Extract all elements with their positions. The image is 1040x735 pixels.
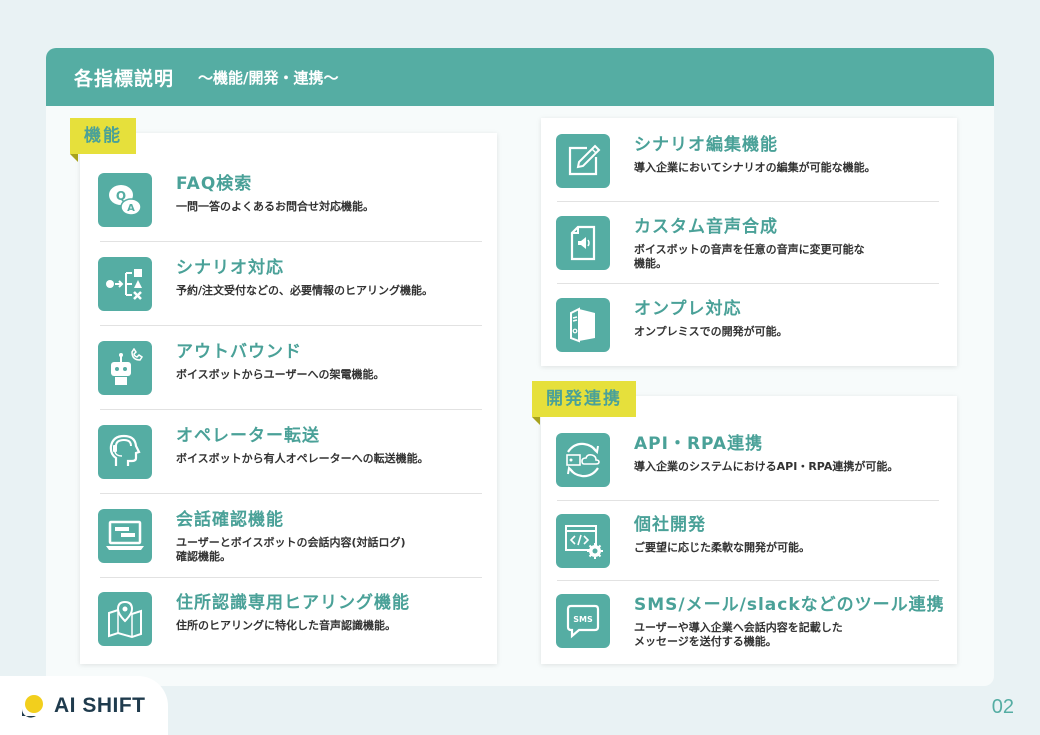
feature-desc: 住所のヒアリングに特化した音声認識機能。 <box>176 619 396 632</box>
feature-item-scenario: シナリオ対応 予約/注文受付などの、必要情報のヒアリング機能。 <box>98 257 433 311</box>
svg-text:SMS: SMS <box>573 615 593 624</box>
integration-title: API・RPA連携 <box>634 434 764 454</box>
feature-title: 会話確認機能 <box>176 510 284 530</box>
page-subtitle: 〜機能/開発・連携〜 <box>198 68 339 87</box>
feature-item-onprem: オンプレ対応 オンプレミスでの開発が可能。 <box>556 298 788 352</box>
operator-headset-icon <box>98 425 152 479</box>
edit-pen-icon <box>556 134 610 188</box>
feature-item-log: 会話確認機能 ユーザーとボイスボットの会話内容(対話ログ) 確認機能。 <box>98 509 406 564</box>
feature-desc: ボイスボットからユーザーへの架電機能。 <box>176 368 385 381</box>
feature-title: アウトバウンド <box>176 342 302 362</box>
flow-branch-icon <box>98 257 152 311</box>
feature-item-faq: QA FAQ検索 一問一答のよくあるお問合せ対応機能。 <box>98 173 374 227</box>
integration-desc: ご要望に応じた柔軟な開発が可能。 <box>634 541 810 554</box>
divider <box>557 283 939 284</box>
features-tag: 機能 <box>70 118 136 162</box>
footer-logo: AI SHIFT <box>0 676 168 735</box>
feature-item-outbound: アウトバウンド ボイスボットからユーザーへの架電機能。 <box>98 341 384 395</box>
feature-desc: ボイスボットの音声を任意の音声に変更可能な 機能。 <box>634 243 865 270</box>
divider <box>557 201 939 202</box>
integration-item-tools: SMS SMS/メール/slackなどのツール連携 ユーザーや導入企業へ会話内容… <box>556 594 945 649</box>
integration-title: SMS/メール/slackなどのツール連携 <box>634 595 945 615</box>
divider <box>100 241 482 242</box>
svg-text:A: A <box>127 203 135 214</box>
feature-desc: 導入企業においてシナリオの編集が可能な機能。 <box>634 161 876 174</box>
integration-tag: 開発連携 <box>532 381 636 425</box>
feature-title: シナリオ対応 <box>176 258 284 278</box>
logo-wordmark: AI SHIFT <box>54 693 146 717</box>
feature-desc: 一問一答のよくあるお問合せ対応機能。 <box>176 200 374 213</box>
cloud-sync-icon <box>556 433 610 487</box>
sms-bubble-icon: SMS <box>556 594 610 648</box>
feature-title: 住所認識専用ヒアリング機能 <box>176 593 410 613</box>
page-title: 各指標説明 <box>74 67 175 90</box>
feature-title: オペレーター転送 <box>176 426 320 446</box>
ai-shift-logo-icon <box>21 694 43 718</box>
feature-desc: ユーザーとボイスボットの会話内容(対話ログ) 確認機能。 <box>176 536 406 563</box>
integration-title: 個社開発 <box>634 515 706 535</box>
laptop-chat-icon <box>98 509 152 563</box>
integration-desc: ユーザーや導入企業へ会話内容を記載した メッセージを送付する機能。 <box>634 621 843 648</box>
divider <box>100 577 482 578</box>
divider <box>100 409 482 410</box>
feature-title: シナリオ編集機能 <box>634 135 778 155</box>
integration-item-custom-dev: 個社開発 ご要望に応じた柔軟な開発が可能。 <box>556 514 810 568</box>
divider <box>557 500 939 501</box>
map-pin-icon <box>98 592 152 646</box>
feature-item-operator: オペレーター転送 ボイスボットから有人オペレーターへの転送機能。 <box>98 425 429 479</box>
divider <box>100 493 482 494</box>
robot-phone-icon <box>98 341 152 395</box>
divider <box>557 580 939 581</box>
page-number: 02 <box>991 696 1014 718</box>
integration-item-api: API・RPA連携 導入企業のシステムにおけるAPI・RPA連携が可能。 <box>556 433 898 487</box>
feature-item-scenario-edit: シナリオ編集機能 導入企業においてシナリオの編集が可能な機能。 <box>556 134 876 188</box>
feature-item-address: 住所認識専用ヒアリング機能 住所のヒアリングに特化した音声認識機能。 <box>98 592 410 646</box>
feature-desc: 予約/注文受付などの、必要情報のヒアリング機能。 <box>176 284 434 297</box>
feature-desc: ボイスボットから有人オペレーターへの転送機能。 <box>176 452 429 465</box>
divider <box>100 325 482 326</box>
feature-title: オンプレ対応 <box>634 299 742 319</box>
qa-bubbles-icon: QA <box>98 173 152 227</box>
integration-desc: 導入企業のシステムにおけるAPI・RPA連携が可能。 <box>634 460 899 473</box>
panel-header: 各指標説明 〜機能/開発・連携〜 <box>46 48 994 106</box>
code-gear-icon <box>556 514 610 568</box>
feature-title: カスタム音声合成 <box>634 217 778 237</box>
feature-title: FAQ検索 <box>176 174 253 194</box>
feature-item-custom-voice: カスタム音声合成 ボイスボットの音声を任意の音声に変更可能な 機能。 <box>556 216 865 271</box>
feature-desc: オンプレミスでの開発が可能。 <box>634 325 788 338</box>
server-icon <box>556 298 610 352</box>
audio-file-icon <box>556 216 610 270</box>
